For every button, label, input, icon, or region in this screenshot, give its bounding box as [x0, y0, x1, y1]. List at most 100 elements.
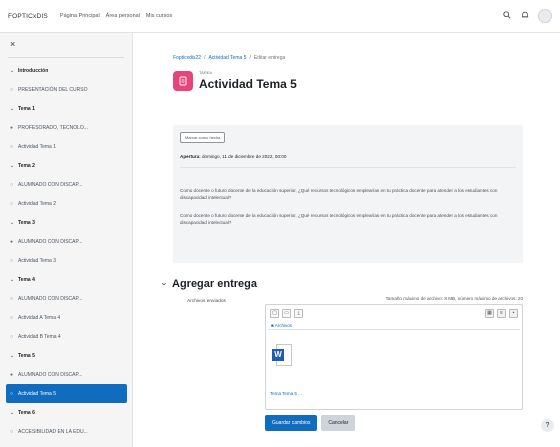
sidebar-divider	[8, 57, 124, 58]
avatar[interactable]	[538, 9, 552, 23]
download-icon[interactable]: ⤓	[294, 309, 303, 318]
section-title: Agregar entrega	[172, 278, 257, 290]
circle-icon: ○	[10, 181, 14, 188]
chevron-down-icon: ⌄	[10, 67, 15, 74]
sidebar-item-label: Actividad Tema 2	[18, 200, 56, 207]
cancel-button[interactable]: Cancelar	[321, 415, 356, 431]
page-title: Actividad Tema 5	[199, 77, 297, 91]
sidebar-item-label: Tema 6	[18, 409, 35, 416]
file-name[interactable]: Tema Tema 5 ...	[270, 391, 302, 396]
sidebar-item-label: ACCESIBILIDAD EN LA EDU...	[18, 428, 88, 435]
file-manager[interactable]: ▢ ▭ ⤓ ▦ ≡ ▪ ■ Archivos W Tema Tema 5 ...	[265, 304, 523, 410]
save-button[interactable]: Guardar cambios	[265, 415, 318, 431]
sidebar-section[interactable]: ⌄ Introducción	[0, 61, 133, 80]
sidebar-item[interactable]: ○ ALUMNADO CON DISCAP...	[0, 289, 133, 308]
sidebar-item-label: Tema 4	[18, 276, 35, 283]
word-document-icon[interactable]: W	[272, 344, 292, 366]
sidebar-item-label: Actividad B Tema 4	[18, 333, 61, 340]
sidebar-item[interactable]: ○ PRESENTACIÓN DEL CURSO	[0, 80, 133, 99]
files-label: Archivos enviados	[187, 299, 226, 304]
nav-link-mycourses[interactable]: Mis cursos	[146, 13, 172, 19]
sidebar-item-label: Actividad Tema 1	[18, 143, 56, 150]
sidebar-item[interactable]: ○ Actividad Tema 2	[0, 194, 133, 213]
folder-path-label: Archivos	[274, 323, 292, 328]
sidebar-item[interactable]: ○ Actividad Tema 5	[6, 384, 127, 403]
activity-description-card: Marcar como hecha Apertura: domingo, 11 …	[173, 125, 523, 263]
breadcrumb: Fopticxdis22/Actividad Tema 5/Editar ent…	[173, 55, 286, 61]
sidebar-section[interactable]: ⌄ Tema 5	[0, 346, 133, 365]
course-index-sidebar: × ⌄ Introducción ○ PRESENTACIÓN DEL CURSO ⌄ T…	[0, 33, 133, 447]
max-size-text: Tamaño máximo de archivo: 8 MB, número m…	[385, 296, 523, 301]
site-brand[interactable]: FOPTICxDIS	[8, 13, 48, 20]
chevron-down-icon: ⌄	[10, 162, 15, 169]
sidebar-list: ⌄ Introducción ○ PRESENTACIÓN DEL CURSO ⌄ Tem…	[0, 61, 133, 447]
sidebar-item[interactable]: ○ Actividad Tema 1	[0, 137, 133, 156]
add-file-icon[interactable]: ▢	[270, 309, 279, 318]
opened-label: Apertura:	[180, 154, 201, 159]
sidebar-item[interactable]: ● ALUMNADO CON DISCAP...	[0, 365, 133, 384]
sidebar-item-label: ALUMNADO CON DISCAP...	[18, 295, 83, 302]
file-divider	[268, 329, 520, 330]
card-divider	[180, 167, 516, 168]
sidebar-item[interactable]: ○ ALUMNADO CON DISCAP...	[0, 175, 133, 194]
sidebar-item-label: PROFESORADO, TECNOLO...	[18, 124, 88, 131]
circle-icon: ○	[10, 295, 14, 302]
add-submission-section[interactable]: › Agregar entrega	[160, 278, 257, 290]
circle-icon: ○	[10, 143, 14, 150]
sidebar-item[interactable]: ● ALUMNADO CON DISCAP...	[0, 232, 133, 251]
sidebar-item-label: Actividad A Tema 4	[18, 314, 61, 321]
notifications-icon[interactable]	[520, 11, 530, 21]
sidebar-item-label: ALUMNADO CON DISCAP...	[18, 371, 83, 378]
navbar-actions	[502, 9, 552, 23]
circle-icon: ○	[10, 257, 14, 264]
breadcrumb-current: Editar entrega	[253, 55, 286, 61]
sidebar-item[interactable]: ○ Actividad Tema 3	[0, 251, 133, 270]
description-paragraph: Como docente o futuro docente de la educ…	[180, 213, 498, 225]
sidebar-item-label: Tema 2	[18, 162, 35, 169]
mark-done-button[interactable]: Marcar como hecha	[180, 132, 226, 143]
folder-icon: ■	[271, 323, 274, 328]
sidebar-item-label: PRESENTACIÓN DEL CURSO	[18, 86, 88, 93]
chevron-down-icon: ⌄	[10, 409, 15, 416]
sidebar-section[interactable]: ⌄ Tema 3	[0, 213, 133, 232]
list-view-icon[interactable]: ≡	[497, 309, 506, 318]
folder-path[interactable]: ■ Archivos	[271, 323, 292, 328]
circle-icon: ○	[10, 200, 14, 207]
assignment-icon	[173, 70, 193, 91]
sidebar-section[interactable]: ⌄ Tema 4	[0, 270, 133, 289]
main-content: Fopticxdis22/Actividad Tema 5/Editar ent…	[133, 33, 560, 447]
sidebar-item-label: Actividad Tema 3	[18, 257, 56, 264]
sidebar-item-label: Actividad Tema 5	[18, 390, 56, 397]
breadcrumb-course[interactable]: Fopticxdis22	[173, 55, 201, 61]
chevron-down-icon: ⌄	[10, 276, 15, 283]
chevron-down-icon: ⌄	[10, 219, 15, 226]
sidebar-item[interactable]: ○Actividad Tema 6	[0, 441, 133, 447]
sidebar-item[interactable]: ○ Actividad B Tema 4	[0, 327, 133, 346]
breadcrumb-activity[interactable]: Actividad Tema 5	[208, 55, 246, 61]
bullet-icon: ●	[10, 124, 14, 131]
chevron-down-icon: ⌄	[10, 105, 15, 112]
bullet-icon: ●	[10, 238, 14, 245]
grid-view-icon[interactable]: ▦	[485, 309, 494, 318]
sidebar-section[interactable]: ⌄ Tema 2	[0, 156, 133, 175]
nav-link-dashboard[interactable]: Área personal	[106, 13, 140, 19]
nav-link-home[interactable]: Página Principal	[60, 13, 100, 19]
sidebar-section[interactable]: ⌄ Tema 1	[0, 99, 133, 118]
help-button[interactable]: ?	[541, 419, 554, 432]
sidebar-section[interactable]: ⌄ Tema 6	[0, 403, 133, 422]
top-navbar: FOPTICxDIS Página Principal Área persona…	[0, 0, 560, 33]
sidebar-item[interactable]: ○ ACCESIBILIDAD EN LA EDU...	[0, 422, 133, 441]
sidebar-item-label: Tema 3	[18, 219, 35, 226]
chevron-down-icon[interactable]: ›	[160, 283, 170, 286]
sidebar-item[interactable]: ● PROFESORADO, TECNOLO...	[0, 118, 133, 137]
tree-view-icon[interactable]: ▪	[509, 309, 518, 318]
page-header: TAREA Actividad Tema 5	[173, 70, 297, 91]
circle-icon: ○	[10, 86, 14, 93]
sidebar-item-label: Introducción	[18, 67, 49, 74]
create-folder-icon[interactable]: ▭	[282, 309, 291, 318]
sidebar-item-label: Tema 1	[18, 105, 35, 112]
sidebar-item-label: ALUMNADO CON DISCAP...	[18, 238, 83, 245]
search-icon[interactable]	[502, 11, 512, 21]
close-sidebar-icon[interactable]: ×	[10, 39, 15, 49]
sidebar-item[interactable]: ○ Actividad A Tema 4	[0, 308, 133, 327]
